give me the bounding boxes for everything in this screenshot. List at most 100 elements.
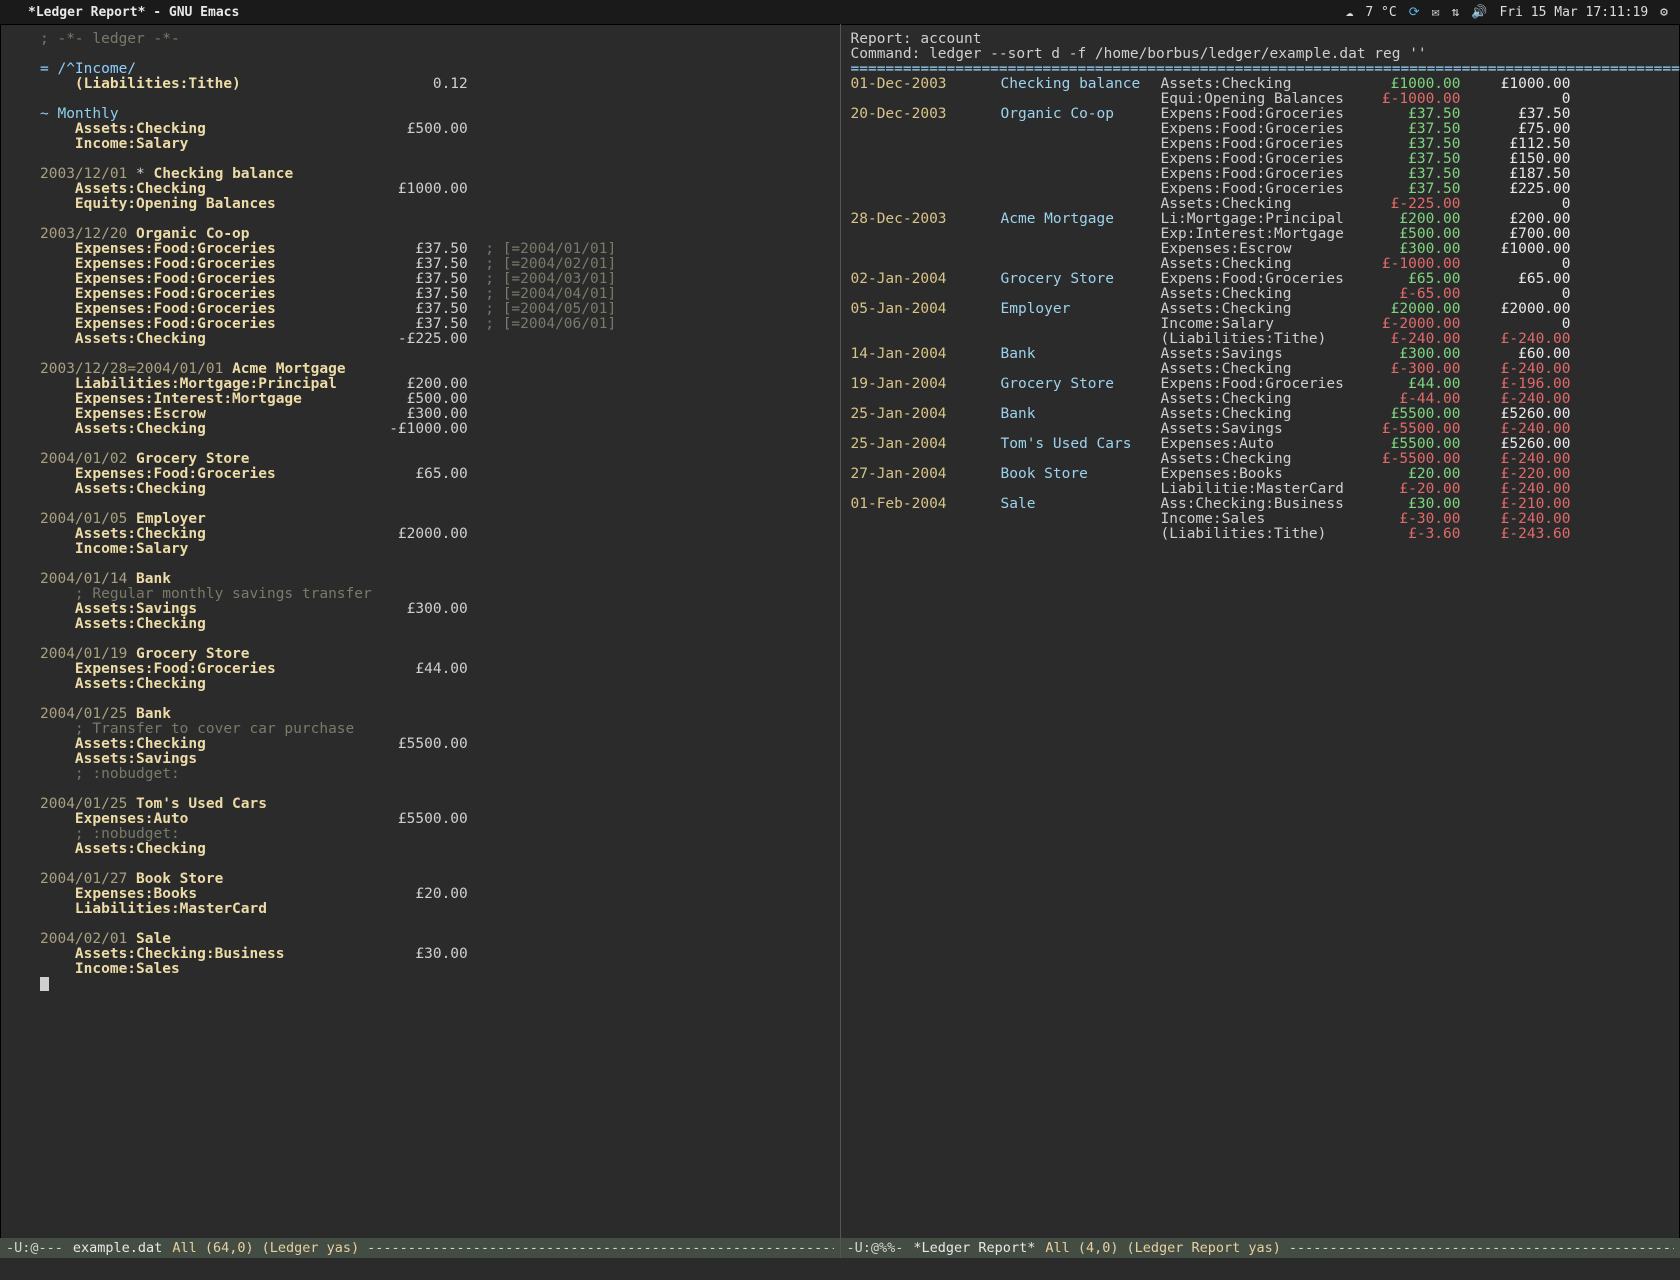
source-line[interactable]: Expenses:Escrow £300.00 [40, 407, 830, 422]
source-line[interactable]: Expenses:Food:Groceries £37.50 ; [=2004/… [40, 287, 830, 302]
source-line[interactable]: 2004/01/19 Grocery Store [40, 647, 830, 662]
source-line[interactable]: Assets:Checking [40, 482, 830, 497]
source-line[interactable]: Income:Salary [40, 137, 830, 152]
source-line[interactable] [40, 437, 830, 452]
source-line[interactable] [40, 557, 830, 572]
source-line[interactable]: Assets:Savings [40, 752, 830, 767]
source-line[interactable]: Assets:Savings £300.00 [40, 602, 830, 617]
source-line[interactable]: Assets:Checking [40, 617, 830, 632]
report-row[interactable]: Income:Salary£-2000.000 [851, 317, 1671, 332]
left-window[interactable]: ; -*- ledger -*- = /^Income/ (Liabilitie… [0, 24, 841, 1280]
source-line[interactable]: Equity:Opening Balances [40, 197, 830, 212]
report-row[interactable]: Assets:Checking£-65.000 [851, 287, 1671, 302]
report-row[interactable]: Expens:Food:Groceries£37.50£187.50 [851, 167, 1671, 182]
source-line[interactable]: Assets:Checking -£225.00 [40, 332, 830, 347]
ledger-source-buffer[interactable]: ; -*- ledger -*- = /^Income/ (Liabilitie… [0, 24, 840, 1256]
source-line[interactable] [40, 497, 830, 512]
refresh-icon[interactable]: ⟳ [1409, 5, 1420, 20]
settings-gear-icon[interactable]: ⚙ [1660, 5, 1668, 20]
source-line[interactable]: Expenses:Food:Groceries £37.50 ; [=2004/… [40, 302, 830, 317]
report-row[interactable]: Expens:Food:Groceries£37.50£112.50 [851, 137, 1671, 152]
report-row[interactable]: Assets:Checking£-300.00£-240.00 [851, 362, 1671, 377]
source-line[interactable]: 2004/01/14 Bank [40, 572, 830, 587]
source-line[interactable]: ; -*- ledger -*- [40, 32, 830, 47]
report-row[interactable]: Assets:Checking£-225.000 [851, 197, 1671, 212]
ledger-report-buffer[interactable]: Report: accountCommand: ledger --sort d … [841, 24, 1680, 1256]
report-row[interactable]: 19-Jan-2004Grocery StoreExpens:Food:Groc… [851, 377, 1671, 392]
source-line[interactable]: Assets:Checking [40, 842, 830, 857]
report-row[interactable]: 28-Dec-2003Acme MortgageLi:Mortgage:Prin… [851, 212, 1671, 227]
source-line[interactable]: 2003/12/01 * Checking balance [40, 167, 830, 182]
source-line[interactable]: ; :nobudget: [40, 767, 830, 782]
source-line[interactable]: ; :nobudget: [40, 827, 830, 842]
report-row[interactable]: (Liabilities:Tithe)£-240.00£-240.00 [851, 332, 1671, 347]
report-row[interactable]: Assets:Savings£-5500.00£-240.00 [851, 422, 1671, 437]
source-line[interactable] [40, 857, 830, 872]
mail-icon[interactable]: ✉ [1432, 5, 1440, 20]
source-line[interactable]: Expenses:Auto £5500.00 [40, 812, 830, 827]
source-line[interactable] [40, 632, 830, 647]
report-row[interactable]: Expens:Food:Groceries£37.50£225.00 [851, 182, 1671, 197]
source-line[interactable]: 2004/01/27 Book Store [40, 872, 830, 887]
report-row[interactable]: 20-Dec-2003Organic Co-opExpens:Food:Groc… [851, 107, 1671, 122]
source-line[interactable]: Expenses:Food:Groceries £37.50 ; [=2004/… [40, 242, 830, 257]
report-row[interactable]: 05-Jan-2004EmployerAssets:Checking£2000.… [851, 302, 1671, 317]
source-line[interactable]: Expenses:Food:Groceries £37.50 ; [=2004/… [40, 257, 830, 272]
source-line[interactable]: 2004/01/25 Tom's Used Cars [40, 797, 830, 812]
source-line[interactable]: (Liabilities:Tithe) 0.12 [40, 77, 830, 92]
source-line[interactable]: Liabilities:Mortgage:Principal £200.00 [40, 377, 830, 392]
source-line[interactable] [40, 212, 830, 227]
minibuffer[interactable] [0, 1258, 1680, 1280]
source-line[interactable]: 2003/12/28=2004/01/01 Acme Mortgage [40, 362, 830, 377]
source-line[interactable] [40, 92, 830, 107]
source-line[interactable]: 2004/02/01 Sale [40, 932, 830, 947]
network-icon[interactable]: ⇅ [1451, 5, 1459, 20]
source-line[interactable]: Expenses:Food:Groceries £37.50 ; [=2004/… [40, 272, 830, 287]
report-row[interactable]: 25-Jan-2004BankAssets:Checking£5500.00£5… [851, 407, 1671, 422]
volume-icon[interactable]: 🔊 [1471, 5, 1487, 20]
source-line[interactable] [40, 152, 830, 167]
report-row[interactable]: Expens:Food:Groceries£37.50£150.00 [851, 152, 1671, 167]
source-line[interactable]: 2003/12/20 Organic Co-op [40, 227, 830, 242]
report-row[interactable]: Income:Sales£-30.00£-240.00 [851, 512, 1671, 527]
report-row[interactable]: Assets:Checking£-1000.000 [851, 257, 1671, 272]
source-line[interactable]: ; Regular monthly savings transfer [40, 587, 830, 602]
source-line[interactable]: 2004/01/02 Grocery Store [40, 452, 830, 467]
source-line[interactable] [40, 917, 830, 932]
source-line[interactable]: Assets:Checking £500.00 [40, 122, 830, 137]
report-row[interactable]: 25-Jan-2004Tom's Used CarsExpenses:Auto£… [851, 437, 1671, 452]
source-line[interactable]: Liabilities:MasterCard [40, 902, 830, 917]
source-line[interactable]: Expenses:Food:Groceries £37.50 ; [=2004/… [40, 317, 830, 332]
report-row[interactable]: Assets:Checking£-5500.00£-240.00 [851, 452, 1671, 467]
report-row[interactable]: Equi:Opening Balances£-1000.000 [851, 92, 1671, 107]
source-line[interactable]: 2004/01/05 Employer [40, 512, 830, 527]
report-row[interactable]: 27-Jan-2004Book StoreExpenses:Books£20.0… [851, 467, 1671, 482]
source-line[interactable]: Assets:Checking -£1000.00 [40, 422, 830, 437]
report-row[interactable]: 02-Jan-2004Grocery StoreExpens:Food:Groc… [851, 272, 1671, 287]
report-row[interactable]: 01-Dec-2003Checking balanceAssets:Checki… [851, 77, 1671, 92]
report-row[interactable]: 01-Feb-2004SaleAss:Checking:Business£30.… [851, 497, 1671, 512]
source-line[interactable] [40, 347, 830, 362]
report-row[interactable]: Expenses:Escrow£300.00£1000.00 [851, 242, 1671, 257]
source-line[interactable]: Assets:Checking [40, 677, 830, 692]
source-line[interactable]: Expenses:Food:Groceries £44.00 [40, 662, 830, 677]
source-line[interactable]: ; Transfer to cover car purchase [40, 722, 830, 737]
source-line[interactable] [40, 692, 830, 707]
source-line[interactable]: Income:Sales [40, 962, 830, 977]
source-line[interactable]: Income:Salary [40, 542, 830, 557]
source-line[interactable]: ~ Monthly [40, 107, 830, 122]
source-line[interactable]: Expenses:Interest:Mortgage £500.00 [40, 392, 830, 407]
report-row[interactable]: Liabilitie:MasterCard£-20.00£-240.00 [851, 482, 1671, 497]
report-row[interactable]: Assets:Checking£-44.00£-240.00 [851, 392, 1671, 407]
source-line[interactable]: Expenses:Books £20.00 [40, 887, 830, 902]
right-window[interactable]: Report: accountCommand: ledger --sort d … [841, 24, 1680, 1280]
source-line[interactable] [40, 782, 830, 797]
source-line[interactable]: Assets:Checking £2000.00 [40, 527, 830, 542]
source-line[interactable]: Assets:Checking:Business £30.00 [40, 947, 830, 962]
source-line[interactable]: Assets:Checking £5500.00 [40, 737, 830, 752]
source-line[interactable]: = /^Income/ [40, 62, 830, 77]
source-line[interactable]: Expenses:Food:Groceries £65.00 [40, 467, 830, 482]
source-line[interactable] [40, 47, 830, 62]
report-row[interactable]: 14-Jan-2004BankAssets:Savings£300.00£60.… [851, 347, 1671, 362]
report-row[interactable]: Exp:Interest:Mortgage£500.00£700.00 [851, 227, 1671, 242]
